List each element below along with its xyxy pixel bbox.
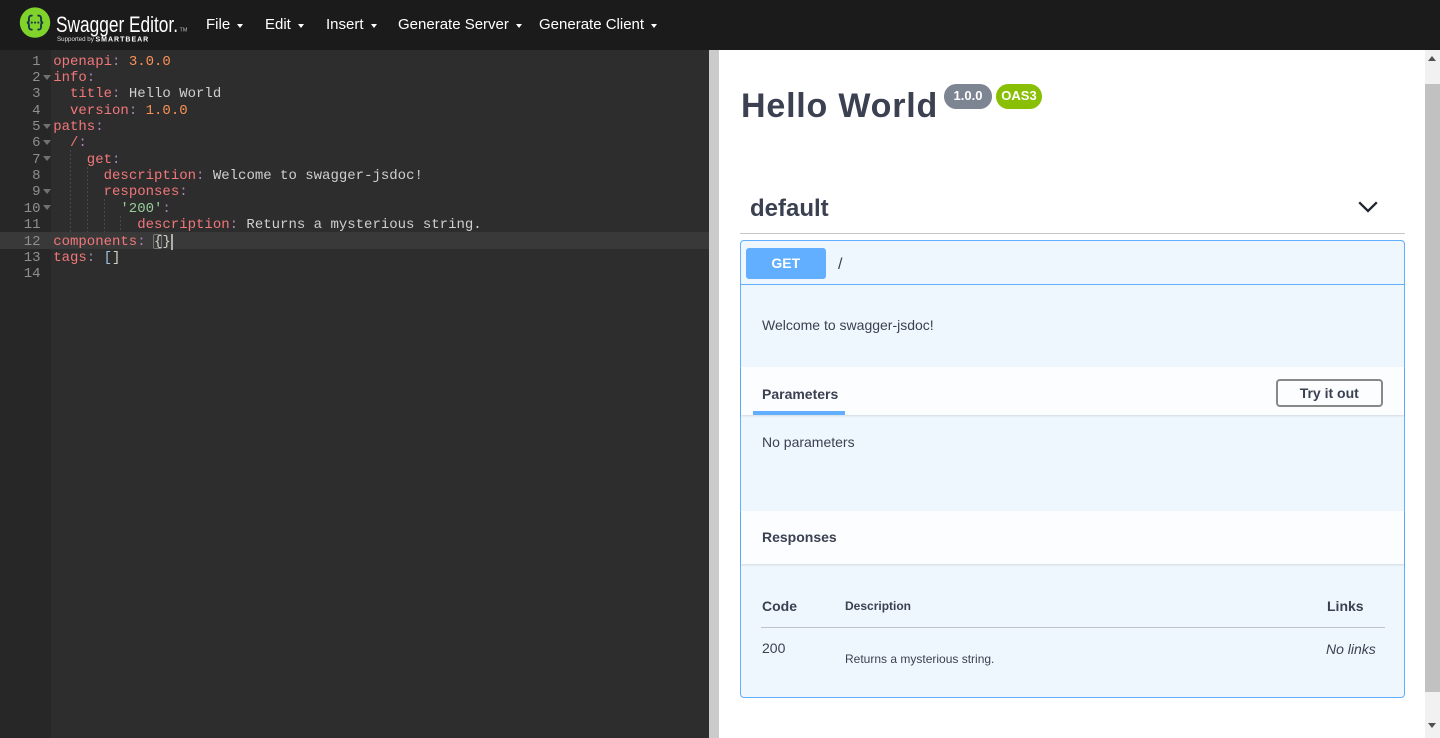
svg-text:SMARTBEAR: SMARTBEAR: [96, 36, 150, 43]
svg-text:TM: TM: [180, 28, 188, 34]
svg-text:Swagger Editor.: Swagger Editor.: [56, 12, 178, 37]
svg-text:Supported by: Supported by: [57, 36, 95, 43]
